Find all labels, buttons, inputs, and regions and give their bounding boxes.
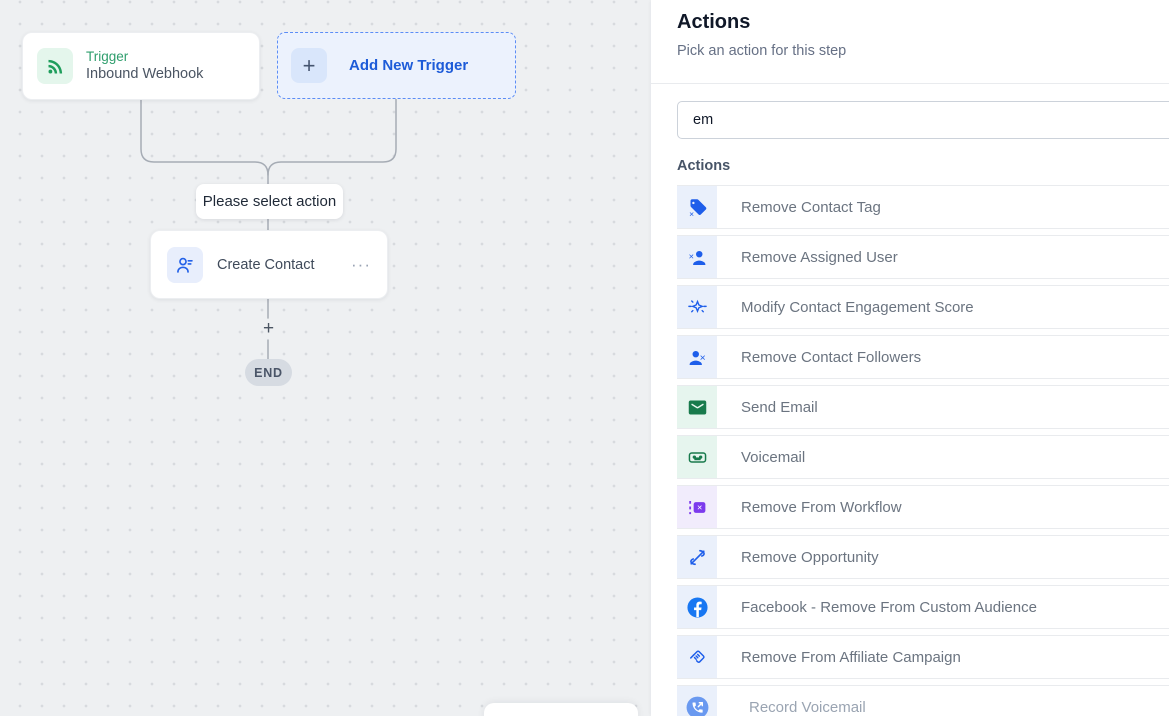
voicemail-icon (677, 436, 717, 478)
engagement-score-icon (677, 286, 717, 328)
record-voicemail-icon (677, 686, 717, 716)
inbound-webhook-icon (37, 48, 73, 84)
workflow-canvas[interactable]: Trigger Inbound Webhook + Add New Trigge… (0, 0, 651, 716)
panel-subtitle: Pick an action for this step (677, 43, 1143, 59)
select-action-prompt: Please select action (196, 184, 343, 219)
action-item-remove-from-workflow[interactable]: ✕ Remove From Workflow (677, 485, 1169, 529)
add-new-trigger-label: Add New Trigger (349, 57, 468, 74)
trigger-category-label: Trigger (86, 49, 203, 66)
action-search-input[interactable] (677, 101, 1169, 139)
create-contact-icon (167, 247, 203, 283)
action-item-modify-engagement-score[interactable]: Modify Contact Engagement Score (677, 285, 1169, 329)
followers-remove-icon: ✕ (677, 336, 717, 378)
svg-text:✕: ✕ (688, 211, 694, 218)
tag-remove-icon: ✕ (677, 186, 717, 228)
action-item-send-email[interactable]: Send Email (677, 385, 1169, 429)
action-item-facebook-remove-custom-audience[interactable]: Facebook - Remove From Custom Audience (677, 585, 1169, 629)
action-item-record-voicemail[interactable]: Record Voicemail (677, 685, 1169, 716)
send-email-icon (677, 386, 717, 428)
node-menu-icon[interactable]: ··· (351, 255, 371, 275)
add-step-icon[interactable]: + (258, 319, 279, 339)
create-contact-node[interactable]: Create Contact ··· (150, 230, 388, 299)
svg-text:✕: ✕ (696, 505, 702, 512)
action-item-remove-contact-tag[interactable]: ✕ Remove Contact Tag (677, 185, 1169, 229)
add-new-trigger-button[interactable]: + Add New Trigger (277, 32, 516, 99)
plus-icon: + (291, 48, 327, 83)
action-item-remove-opportunity[interactable]: Remove Opportunity (677, 535, 1169, 579)
end-badge: END (245, 359, 292, 386)
panel-title: Actions (677, 11, 1143, 34)
create-contact-label: Create Contact (217, 257, 351, 273)
svg-text:✕: ✕ (699, 353, 706, 362)
canvas-bottom-popup (484, 703, 638, 716)
workflow-remove-icon: ✕ (677, 486, 717, 528)
panel-header: Actions Pick an action for this step (651, 0, 1169, 84)
action-item-remove-from-affiliate-campaign[interactable]: Remove From Affiliate Campaign (677, 635, 1169, 679)
facebook-icon (677, 586, 717, 628)
actions-panel: Actions Pick an action for this step Act… (651, 0, 1169, 716)
svg-text:✕: ✕ (688, 253, 694, 260)
action-item-remove-contact-followers[interactable]: ✕ Remove Contact Followers (677, 335, 1169, 379)
trigger-name-label: Inbound Webhook (86, 65, 203, 83)
actions-section-label: Actions (677, 158, 1169, 174)
connector-lines (0, 0, 651, 716)
action-item-voicemail[interactable]: Voicemail (677, 435, 1169, 479)
workflow-builder: Trigger Inbound Webhook + Add New Trigge… (0, 0, 1169, 716)
opportunity-remove-icon (677, 536, 717, 578)
affiliate-remove-icon (677, 636, 717, 678)
trigger-node[interactable]: Trigger Inbound Webhook (22, 32, 260, 100)
action-item-remove-assigned-user[interactable]: ✕ Remove Assigned User (677, 235, 1169, 279)
assigned-user-remove-icon: ✕ (677, 236, 717, 278)
action-list: ✕ Remove Contact Tag ✕ Remove Assign (677, 185, 1169, 716)
